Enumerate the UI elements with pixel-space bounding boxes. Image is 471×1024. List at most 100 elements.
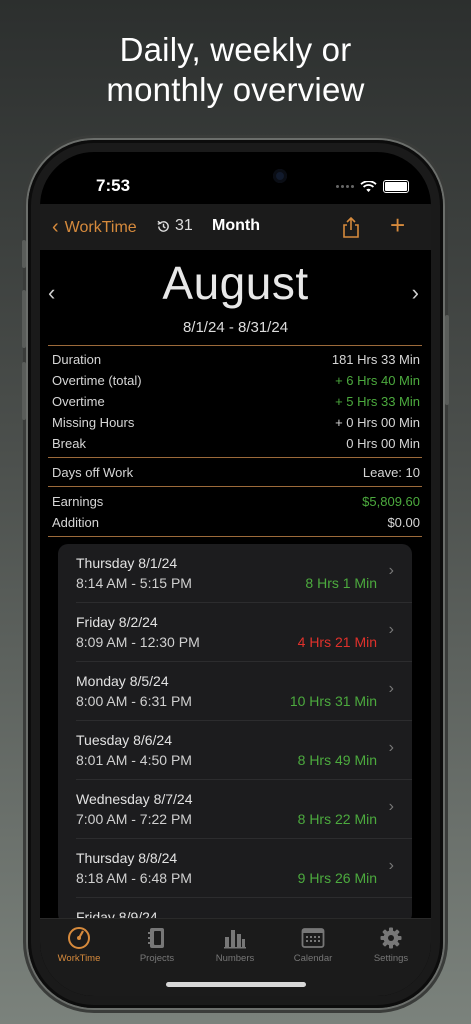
navigation-bar: ‹ WorkTime 31 Month + (40, 204, 431, 250)
month-title: August (162, 257, 309, 309)
summary-label: Overtime (52, 394, 105, 409)
app-screen: 7:53 ‹ WorkTime 31 Month + ‹ August › 8/… (40, 152, 431, 996)
power-button (445, 315, 449, 405)
day-date: Tuesday 8/6/24 (76, 732, 172, 748)
status-bar: 7:53 (40, 152, 431, 206)
battery-icon (383, 180, 409, 193)
volume-up-button (22, 290, 26, 348)
day-span: 8:14 AM - 5:15 PM (76, 575, 192, 591)
day-span: 8:18 AM - 6:48 PM (76, 870, 192, 886)
camera-icon (273, 169, 287, 183)
summary-value: + 0 Hrs 00 Min (335, 415, 420, 430)
status-time: 7:53 (96, 176, 131, 195)
summary-label: Days off Work (52, 465, 134, 480)
headline-line1: Daily, weekly or (119, 31, 352, 68)
day-span: 8:00 AM - 6:31 PM (76, 693, 192, 709)
tab-label: Numbers (215, 953, 255, 964)
tab-label: Settings (373, 953, 409, 964)
back-label: WorkTime (64, 218, 137, 236)
divider (48, 345, 422, 346)
next-month-button[interactable]: › (412, 280, 419, 306)
summary-value: 181 Hrs 33 Min (331, 352, 420, 367)
history-button[interactable]: 31 (156, 217, 193, 235)
summary-value: 0 Hrs 00 Min (346, 436, 420, 451)
day-date: Monday 8/5/24 (76, 673, 169, 689)
phone-frame: 7:53 ‹ WorkTime 31 Month + ‹ August › 8/… (22, 140, 449, 1008)
plus-icon: + (390, 210, 406, 240)
summary-addition: Addition $0.00 (52, 515, 420, 530)
summary-label: Addition (52, 515, 99, 530)
worktime-icon (68, 927, 90, 949)
divider (48, 457, 422, 458)
day-date: Wednesday 8/7/24 (76, 791, 193, 807)
day-duration: 8 Hrs 22 Min (297, 811, 377, 827)
day-duration: 8 Hrs 1 Min (305, 575, 377, 591)
day-row[interactable]: Friday 8/2/24 8:09 AM - 12:30 PM 4 Hrs 2… (58, 603, 412, 662)
tab-worktime[interactable]: WorkTime (40, 925, 118, 964)
tab-calendar[interactable]: Calendar (274, 925, 352, 964)
day-date: Friday 8/2/24 (76, 614, 158, 630)
summary-earnings: Earnings $5,809.60 (52, 494, 420, 509)
divider (48, 486, 422, 487)
mute-switch (22, 240, 26, 268)
signal-icon (336, 185, 354, 188)
summary-break: Break 0 Hrs 00 Min (52, 436, 420, 451)
chevron-right-icon: › (388, 562, 394, 579)
nav-title: Month (212, 217, 260, 234)
numbers-icon (224, 930, 246, 949)
headline-line2: monthly overview (106, 71, 365, 108)
wifi-icon (360, 180, 377, 192)
day-row[interactable]: Thursday 8/8/24 8:18 AM - 6:48 PM 9 Hrs … (58, 839, 412, 898)
day-span: 7:00 AM - 7:22 PM (76, 811, 192, 827)
day-list: Thursday 8/1/24 8:14 AM - 5:15 PM 8 Hrs … (58, 544, 412, 924)
day-row[interactable]: Thursday 8/1/24 8:14 AM - 5:15 PM 8 Hrs … (58, 544, 412, 603)
chevron-right-icon: › (388, 857, 394, 874)
chevron-right-icon: › (388, 621, 394, 638)
summary-missing-hours: Missing Hours + 0 Hrs 00 Min (52, 415, 420, 430)
divider (48, 536, 422, 537)
summary-value: $0.00 (387, 515, 420, 530)
calendar-icon (301, 928, 325, 948)
summary-duration: Duration 181 Hrs 33 Min (52, 352, 420, 367)
tab-numbers[interactable]: Numbers (196, 925, 274, 964)
tab-projects[interactable]: Projects (118, 925, 196, 964)
tab-settings[interactable]: Settings (352, 925, 430, 964)
chevron-right-icon: › (388, 680, 394, 697)
day-date: Thursday 8/8/24 (76, 850, 178, 866)
summary-value: Leave: 10 (362, 465, 420, 480)
summary-label: Missing Hours (52, 415, 135, 430)
day-row[interactable]: Monday 8/5/24 8:00 AM - 6:31 PM 10 Hrs 3… (58, 662, 412, 721)
summary-overtime: Overtime + 5 Hrs 33 Min (52, 394, 420, 409)
day-duration: 4 Hrs 21 Min (297, 634, 377, 650)
history-icon (157, 220, 169, 232)
history-count: 31 (175, 217, 193, 234)
chevron-right-icon: › (411, 280, 419, 305)
share-icon (343, 216, 359, 238)
summary-label: Earnings (52, 494, 104, 509)
share-button[interactable] (341, 216, 361, 244)
day-span: 8:01 AM - 4:50 PM (76, 752, 192, 768)
status-icons (336, 180, 409, 193)
add-entry-button[interactable]: + (390, 210, 405, 241)
marketing-headline: Daily, weekly or monthly overview (0, 30, 471, 110)
home-indicator (166, 982, 306, 987)
summary-value: $5,809.60 (362, 494, 420, 509)
chevron-right-icon: › (388, 798, 394, 815)
tab-label: Calendar (293, 953, 333, 964)
tab-label: Projects (139, 953, 175, 964)
day-duration: 10 Hrs 31 Min (289, 693, 377, 709)
month-header: ‹ August › (40, 256, 431, 316)
chevron-right-icon: › (388, 739, 394, 756)
day-row[interactable]: Tuesday 8/6/24 8:01 AM - 4:50 PM 8 Hrs 4… (58, 721, 412, 780)
summary-value: + 6 Hrs 40 Min (335, 373, 420, 388)
day-duration: 9 Hrs 26 Min (297, 870, 377, 886)
gear-icon (380, 927, 402, 949)
back-button[interactable]: ‹ WorkTime (52, 216, 137, 239)
date-range: 8/1/24 - 8/31/24 (182, 319, 289, 336)
summary-overtime-total: Overtime (total) + 6 Hrs 40 Min (52, 373, 420, 388)
day-date: Thursday 8/1/24 (76, 555, 178, 571)
tab-label: WorkTime (57, 953, 101, 964)
chevron-left-icon: ‹ (52, 216, 59, 238)
day-row[interactable]: Wednesday 8/7/24 7:00 AM - 7:22 PM 8 Hrs… (58, 780, 412, 839)
summary-label: Break (52, 436, 86, 451)
